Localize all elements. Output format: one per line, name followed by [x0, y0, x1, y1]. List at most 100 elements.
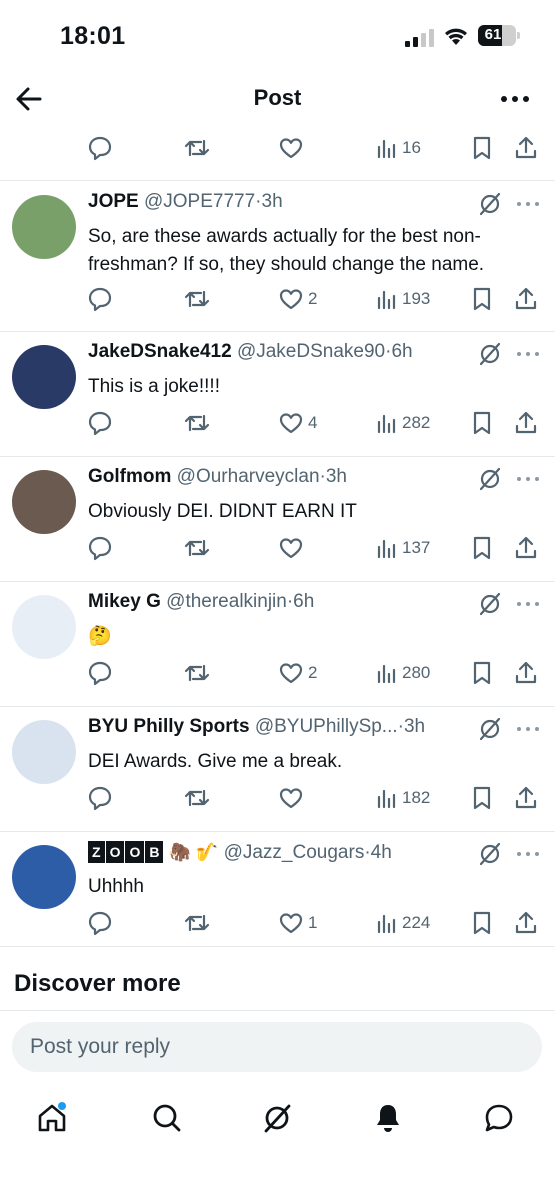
reply-button[interactable] — [87, 907, 113, 939]
avatar[interactable] — [12, 345, 76, 409]
author-name[interactable]: JOPE — [88, 191, 139, 212]
reply-timestamp[interactable]: 3h — [326, 466, 347, 487]
reply-button[interactable] — [87, 532, 113, 564]
reply-button[interactable] — [87, 283, 113, 315]
more-options-icon[interactable] — [515, 341, 541, 367]
author-name[interactable]: Mikey G — [88, 591, 161, 612]
reply-input-container[interactable] — [12, 1022, 542, 1072]
views-button[interactable]: 282 — [376, 407, 430, 439]
author-handle[interactable]: @therealkinjin — [166, 591, 287, 612]
like-button[interactable]: 2 — [278, 657, 317, 689]
grok-icon[interactable] — [477, 716, 503, 742]
grok-icon[interactable] — [477, 466, 503, 492]
repost-button[interactable] — [183, 283, 211, 315]
nav-home[interactable] — [32, 1098, 72, 1138]
repost-button[interactable] — [183, 657, 211, 689]
repost-button[interactable] — [183, 532, 211, 564]
reply-input[interactable] — [12, 1022, 542, 1072]
views-button[interactable]: 224 — [376, 907, 430, 939]
more-options-icon[interactable] — [515, 591, 541, 617]
nav-grok[interactable] — [257, 1098, 297, 1138]
more-options-icon[interactable] — [515, 716, 541, 742]
author-handle[interactable]: @Jazz_Cougars — [224, 842, 365, 863]
reply-item[interactable]: JakeDSnake412 @JakeDSnake90·6h This is a … — [0, 331, 555, 456]
reply-button[interactable] — [87, 782, 113, 814]
author-name[interactable]: Golfmom — [88, 466, 171, 487]
views-button[interactable]: 16 — [376, 132, 421, 164]
reply-icon — [88, 536, 112, 561]
bookmark-button[interactable] — [470, 132, 494, 164]
nav-notifications[interactable] — [368, 1098, 408, 1138]
bookmark-button[interactable] — [470, 907, 494, 939]
share-button[interactable] — [513, 283, 539, 315]
author-handle[interactable]: @JakeDSnake90 — [237, 341, 385, 362]
more-options-icon[interactable] — [499, 84, 531, 114]
share-button[interactable] — [513, 407, 539, 439]
reply-timestamp[interactable]: 4h — [371, 842, 392, 863]
reply-item[interactable]: Golfmom @Ourharveyclan·3h Obviously DEI. … — [0, 456, 555, 581]
header: Post — [0, 72, 555, 126]
reply-timestamp[interactable]: 6h — [293, 591, 314, 612]
like-button[interactable] — [278, 532, 304, 564]
share-button[interactable] — [513, 782, 539, 814]
repost-button[interactable] — [183, 907, 211, 939]
share-button[interactable] — [513, 532, 539, 564]
author-handle[interactable]: @BYUPhillySp... — [255, 716, 398, 737]
grok-icon[interactable] — [477, 841, 503, 867]
avatar[interactable] — [12, 595, 76, 659]
views-button[interactable]: 280 — [376, 657, 430, 689]
nav-messages[interactable] — [479, 1098, 519, 1138]
like-button[interactable] — [278, 782, 304, 814]
grok-icon[interactable] — [477, 341, 503, 367]
more-options-icon[interactable] — [515, 191, 541, 217]
reply-button[interactable] — [87, 657, 113, 689]
reply-button[interactable] — [87, 132, 113, 164]
avatar[interactable] — [12, 845, 76, 909]
share-button[interactable] — [513, 132, 539, 164]
reply-timestamp[interactable]: 6h — [391, 341, 412, 362]
bookmark-button[interactable] — [470, 782, 494, 814]
repost-button[interactable] — [183, 782, 211, 814]
reply-timestamp[interactable]: 3h — [404, 716, 425, 737]
like-button[interactable]: 1 — [278, 907, 317, 939]
author-name[interactable]: ZOOB — [88, 841, 164, 863]
grok-icon[interactable] — [477, 191, 503, 217]
bookmark-button[interactable] — [470, 407, 494, 439]
bookmark-button[interactable] — [470, 283, 494, 315]
reply-timestamp[interactable]: 3h — [262, 191, 283, 212]
reply-item[interactable]: JOPE @JOPE7777·3h So, are these awards ac… — [0, 181, 555, 331]
author-name[interactable]: JakeDSnake412 — [88, 341, 232, 362]
reply-button[interactable] — [87, 407, 113, 439]
views-button[interactable]: 182 — [376, 782, 430, 814]
bookmark-button[interactable] — [470, 657, 494, 689]
more-options-icon[interactable] — [515, 466, 541, 492]
author-handle[interactable]: @Ourharveyclan — [177, 466, 320, 487]
battery-level: 61 — [484, 26, 502, 43]
repost-button[interactable] — [183, 132, 211, 164]
bookmark-icon — [473, 536, 491, 560]
reply-item[interactable]: Mikey G @therealkinjin·6h 🤔 2 280 — [0, 581, 555, 706]
avatar[interactable] — [12, 195, 76, 259]
post-actions: 16 — [0, 132, 555, 164]
like-button[interactable]: 2 — [278, 283, 317, 315]
avatar[interactable] — [12, 720, 76, 784]
avatar[interactable] — [12, 470, 76, 534]
repost-button[interactable] — [183, 407, 211, 439]
reply-item[interactable]: BYU Philly Sports @BYUPhillySp...·3h DEI … — [0, 706, 555, 831]
repost-icon — [184, 539, 210, 557]
share-button[interactable] — [513, 657, 539, 689]
like-button[interactable] — [278, 132, 304, 164]
views-button[interactable]: 137 — [376, 532, 430, 564]
reply-item[interactable]: Z O O B 🦣 🎷 @Jazz_Cougars·4h Uhhhh 1 224 — [0, 831, 555, 946]
views-button[interactable]: 193 — [376, 283, 430, 315]
views-icon — [377, 290, 396, 310]
nav-search[interactable] — [147, 1098, 187, 1138]
more-options-icon[interactable] — [515, 841, 541, 867]
grok-icon[interactable] — [477, 591, 503, 617]
author-handle[interactable]: @JOPE7777 — [144, 191, 255, 212]
like-button[interactable]: 4 — [278, 407, 317, 439]
bookmark-button[interactable] — [470, 532, 494, 564]
share-button[interactable] — [513, 907, 539, 939]
like-count: 2 — [308, 663, 318, 682]
author-name[interactable]: BYU Philly Sports — [88, 716, 250, 737]
